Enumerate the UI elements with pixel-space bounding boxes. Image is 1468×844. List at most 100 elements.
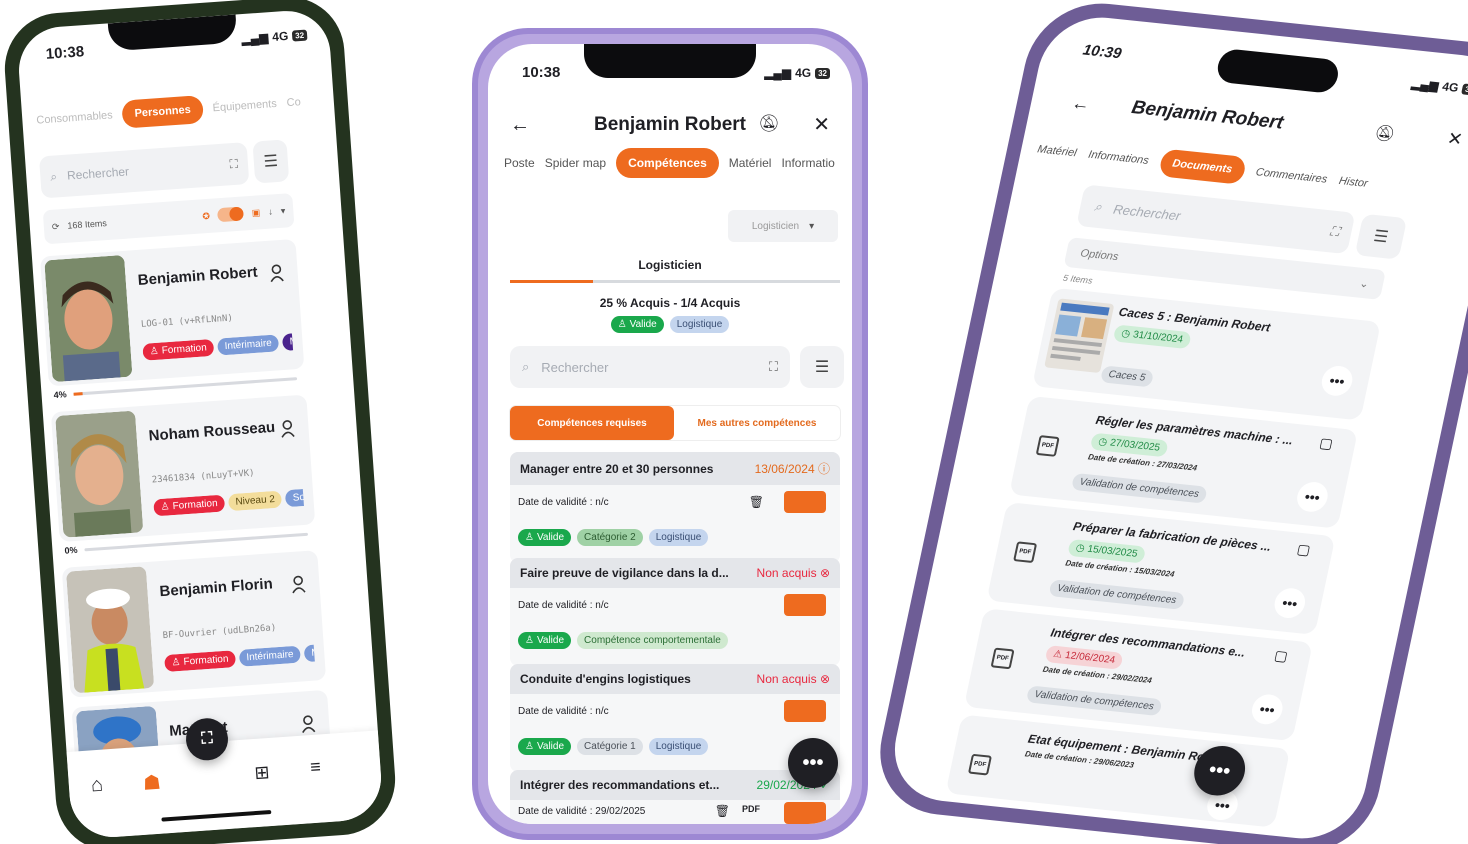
competence-card[interactable]: Manager entre 20 et 30 personnes 13/06/2… (510, 452, 840, 563)
back-arrow-icon[interactable]: ← (1070, 93, 1092, 116)
tab-competences[interactable]: Compétences (616, 148, 719, 178)
scan-icon[interactable]: ⛶ (769, 359, 778, 375)
sort-down-icon[interactable]: ↓ (268, 206, 273, 216)
sync-icon[interactable]: ⟳ (52, 221, 60, 232)
pdf-icon[interactable]: PDF (742, 804, 760, 814)
creation-date: Date de création : 15/03/2024 (1064, 558, 1176, 579)
tab-spider-map[interactable]: Spider map (545, 156, 606, 170)
screen-persons-list: 10:38 ▂▄▆ 4G 32 Consommables Personnes É… (16, 8, 384, 840)
chevron-down-icon: ⌄ (1358, 277, 1371, 291)
chip-interimaire: Intérimaire (238, 645, 302, 667)
person-id: BF-Ouvrier (udLBn26a) (162, 623, 277, 642)
tab-documents[interactable]: Documents (1157, 148, 1247, 185)
tab-personnes[interactable]: Personnes (121, 95, 204, 129)
tab-co[interactable]: Co (286, 96, 301, 109)
creation-date: Date de création : 27/03/2024 (1087, 452, 1198, 473)
more-fab[interactable]: ••• (788, 738, 838, 788)
sliders-icon: ☰ (1371, 228, 1390, 247)
tab-commentaires[interactable]: Commentaires (1255, 166, 1329, 185)
date-chip: ◷ 31/10/2024 (1112, 324, 1192, 350)
calendar-button[interactable] (784, 491, 826, 513)
status-time: 10:38 (522, 64, 561, 81)
more-button[interactable]: ••• (1249, 693, 1286, 726)
people-nav-icon[interactable]: ☗ (142, 770, 162, 796)
search-input[interactable]: ⌕ Rechercher ⛶ (38, 142, 250, 199)
competence-title: Intégrer des recommandations et... (520, 778, 720, 792)
chip-main: Main (282, 333, 294, 352)
role-select-value: Logisticien (751, 220, 800, 232)
chip-formation: ♙ Formation (164, 650, 237, 673)
network-label: 4G (1441, 79, 1460, 95)
more-button[interactable]: ••• (1319, 364, 1356, 398)
filter-button[interactable]: ☰ (252, 139, 290, 184)
briefcase-icon[interactable]: ▣ (251, 207, 260, 219)
tab-informations[interactable]: Informatio (781, 156, 834, 170)
close-icon[interactable]: ✕ (813, 112, 830, 137)
bell-off-icon[interactable]: 🔕︎ (1373, 123, 1397, 145)
clipboard-icon[interactable]: ▢ (1273, 647, 1290, 665)
acquired-summary: 25 % Acquis - 1/4 Acquis (599, 296, 741, 310)
competence-card[interactable]: Intégrer des recommandations et... 29/02… (510, 770, 840, 824)
add-icon[interactable]: ⊞ (254, 762, 271, 784)
chips-row: ♙ Formation Niveau 2 Soude (153, 488, 304, 517)
avatar (65, 566, 155, 694)
clipboard-icon[interactable]: ▢ (1295, 541, 1312, 559)
clipboard-icon[interactable]: ▢ (1318, 435, 1335, 453)
calendar-button[interactable] (784, 594, 826, 616)
filter-button[interactable]: ☰ (800, 346, 844, 388)
chip-formation: ♙ Formation (153, 494, 226, 517)
bell-off-icon[interactable]: 🔕︎ (758, 114, 780, 134)
dropdown-chevron-icon[interactable]: ▾ (280, 205, 285, 216)
battery-icon: 32 (815, 67, 830, 79)
competence-title: Conduite d'engins logistiques (520, 672, 691, 686)
chips-row: ♙ Formation Intérimaire Main (142, 333, 294, 361)
tab-equipements[interactable]: Équipements (212, 98, 277, 114)
scan-icon[interactable]: ⛶ (229, 156, 238, 172)
chip-formation: ♙ Formation (142, 338, 215, 361)
items-count: 5 Items (1062, 272, 1094, 286)
role-progress-fill (510, 280, 593, 283)
search-placeholder: Rechercher (1112, 201, 1183, 223)
more-icon: ••• (802, 751, 824, 774)
battery-icon: 32 (1461, 82, 1468, 96)
tab-materiel[interactable]: Matériel (1036, 143, 1077, 159)
trash-icon[interactable]: 🗑︎ (749, 495, 764, 509)
phone-left: 10:38 ▂▄▆ 4G 32 Consommables Personnes É… (1, 0, 399, 844)
home-icon[interactable]: ⌂ (90, 774, 104, 798)
toggle-switch[interactable] (217, 206, 245, 223)
tab-materiel[interactable]: Matériel (729, 156, 772, 170)
scan-icon[interactable]: ⛶ (1328, 223, 1341, 240)
validity-date: Date de validité : n/c (518, 497, 609, 508)
more-button[interactable]: ••• (1271, 586, 1308, 620)
segment-other[interactable]: Mes autres compétences (674, 406, 840, 440)
tab-historique[interactable]: Histor (1338, 175, 1369, 190)
menu-icon[interactable]: ≡ (310, 756, 322, 778)
role-select[interactable]: Logisticien ▾ (728, 210, 838, 242)
tab-consommables[interactable]: Consommables (36, 109, 113, 126)
status-bar: 10:38 ▂▄▆ 4G 32 (488, 44, 852, 84)
tab-poste[interactable]: Poste (504, 156, 535, 170)
tab-informations[interactable]: Informations (1087, 149, 1150, 167)
trash-icon[interactable]: 🗑︎ (715, 804, 730, 818)
person-id: LOG-01 (v+RfLNnN) (140, 313, 234, 330)
network-label: 4G (795, 66, 812, 80)
more-button[interactable]: ••• (1294, 480, 1331, 514)
chip-valide: ♙ Valide (518, 632, 572, 649)
segment-required[interactable]: Compétences requises (510, 406, 674, 440)
chip-logistique: Logistique (648, 738, 709, 755)
header: ← Benjamin Robert 🔕︎ ✕ (488, 108, 852, 148)
filter-button[interactable]: ☰ (1354, 213, 1408, 260)
badge-icon[interactable]: ✪ (202, 210, 210, 221)
close-icon[interactable]: ✕ (1445, 128, 1464, 150)
person-card[interactable]: Noham Rousseau 23461834 (nLuyT+VK) ♙ For… (50, 394, 316, 543)
calendar-button[interactable] (784, 802, 826, 824)
competence-card[interactable]: Faire preuve de vigilance dans la d... N… (510, 558, 840, 666)
document-tag: Validation de compétences (1025, 685, 1163, 717)
person-card[interactable]: Benjamin Robert LOG-01 (v+RfLNnN) ♙ Form… (39, 238, 305, 387)
calendar-button[interactable] (784, 700, 826, 722)
person-card[interactable]: Benjamin Florin BF-Ouvrier (udLBn26a) ♙ … (61, 550, 327, 698)
phone-middle: 10:38 ▂▄▆ 4G 32 ← Benjamin Robert 🔕︎ ✕ P… (472, 28, 868, 840)
avatar (55, 410, 144, 538)
options-label: Options (1079, 247, 1120, 264)
search-input[interactable]: ⌕ Rechercher ⛶ (510, 346, 790, 388)
